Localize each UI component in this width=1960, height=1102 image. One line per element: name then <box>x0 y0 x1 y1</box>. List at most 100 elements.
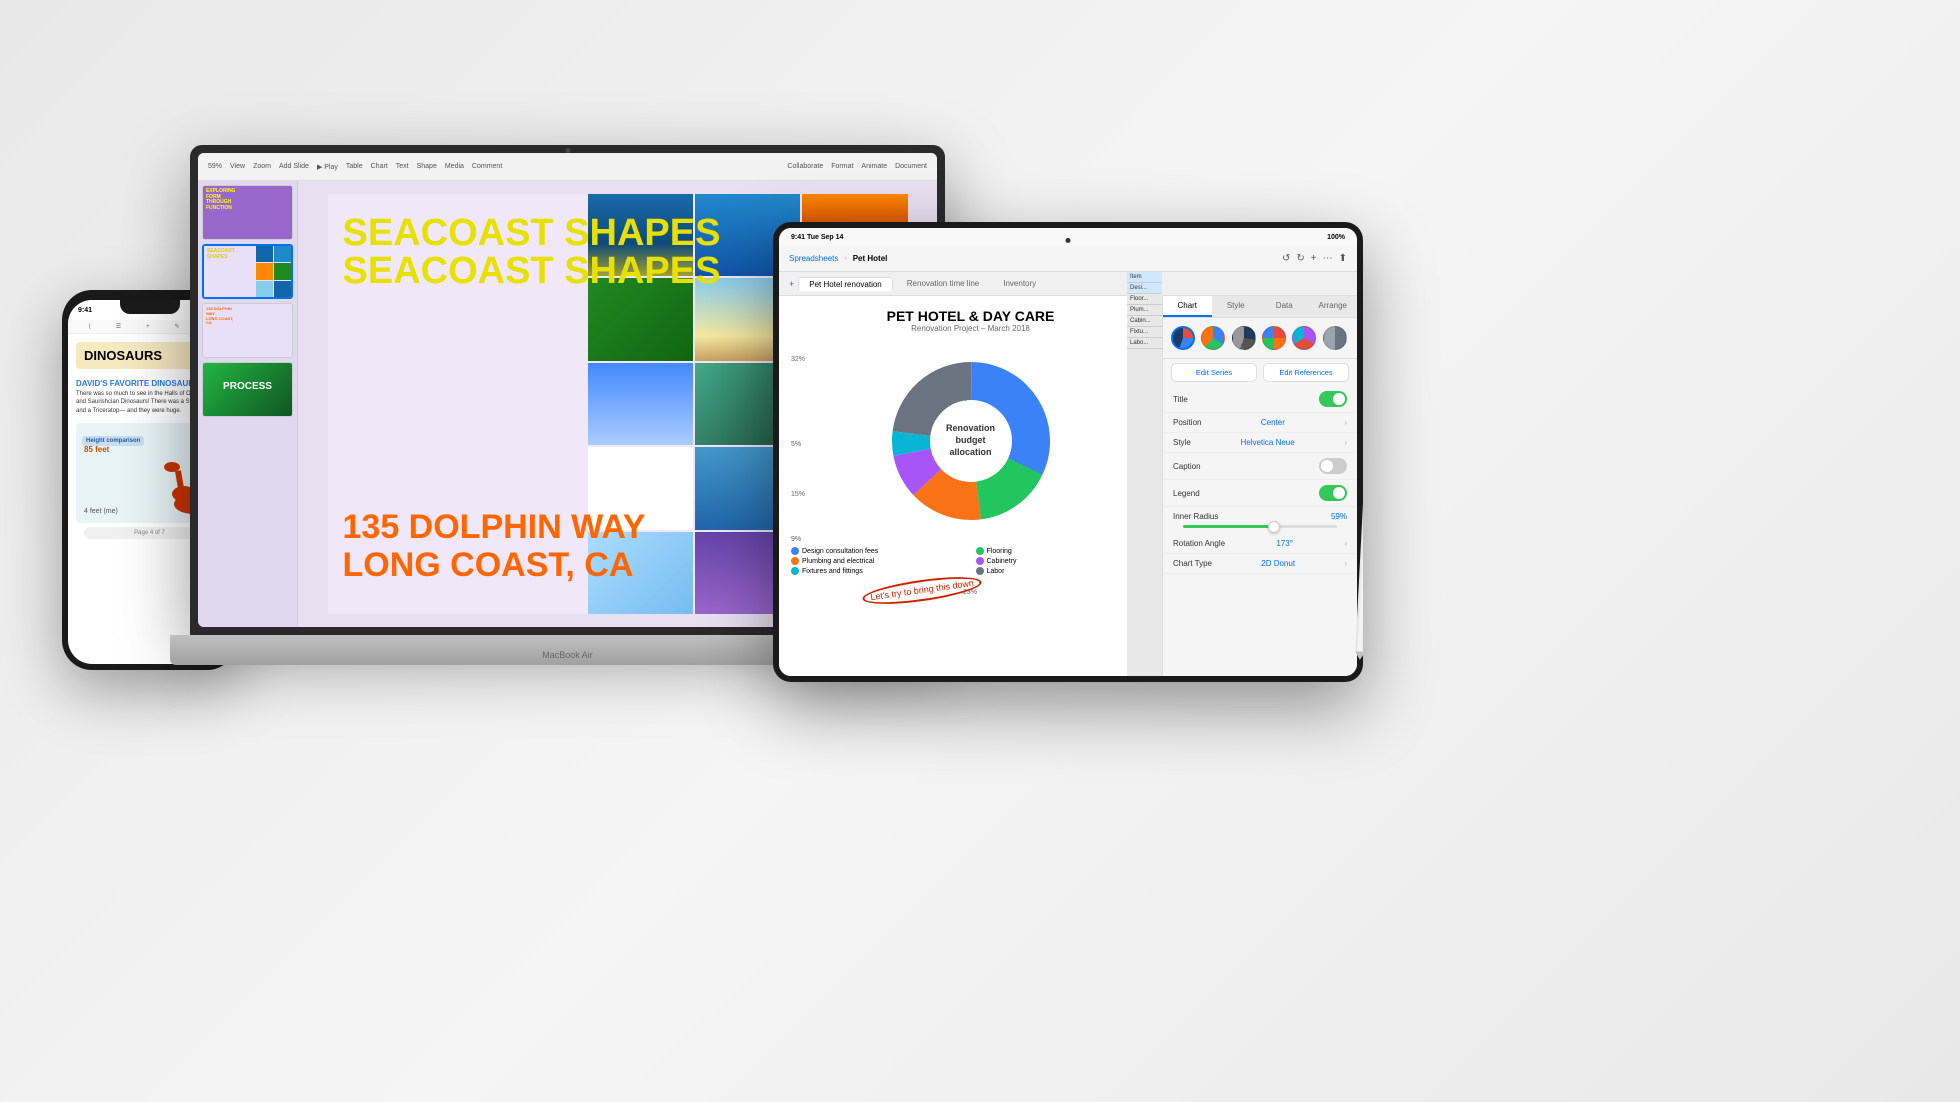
toolbar-animate[interactable]: Animate <box>861 163 887 170</box>
toolbar-shape[interactable]: Shape <box>417 163 437 170</box>
numbers-chart-area: 32% 5% 15% 9% 16% 23% PET HOTEL & DAY CA… <box>779 296 1162 676</box>
edit-series-button[interactable]: Edit Series <box>1171 363 1257 382</box>
color-option-4[interactable] <box>1262 326 1286 350</box>
macbook-label: MacBook Air <box>542 650 593 660</box>
add-icon[interactable]: + <box>1311 253 1317 264</box>
legend-label-cabinetry: Cabinetry <box>987 558 1017 565</box>
iphone-time: 9:41 <box>78 307 92 314</box>
toolbar-format[interactable]: Format <box>831 163 853 170</box>
donut-center-label: Renovation budget allocation <box>936 423 1006 458</box>
toolbar-right: ↺ ↻ + ⋯ ⬆ <box>1282 253 1347 264</box>
sidebar-tab-style[interactable]: Style <box>1212 296 1261 317</box>
color-option-3[interactable] <box>1232 326 1256 350</box>
color-option-6[interactable] <box>1323 326 1347 350</box>
toolbar-left: Spreadsheets › Pet Hotel <box>789 254 887 263</box>
legend-toggle[interactable] <box>1319 485 1347 501</box>
inner-radius-label: Inner Radius <box>1173 512 1218 521</box>
keynote-toolbar[interactable]: 59% View Zoom Add Slide ▶ Play Table Cha… <box>198 153 937 181</box>
chart-subtitle: Renovation Project – March 2018 <box>791 324 1150 333</box>
toolbar-document[interactable]: Document <box>895 163 927 170</box>
position-value: Center <box>1261 418 1285 427</box>
sidebar-position-row[interactable]: Position Center › <box>1163 413 1357 433</box>
keynote-thumbnail-sidebar: EXPLORINGFORMTHROUGHFUNCTION SEACOASTSHA… <box>198 181 298 627</box>
color-option-2[interactable] <box>1201 326 1225 350</box>
numbers-toolbar[interactable]: Spreadsheets › Pet Hotel ↺ ↻ + ⋯ ⬆ <box>779 246 1357 272</box>
tab-inventory[interactable]: Inventory <box>993 277 1046 290</box>
legend-label: Legend <box>1173 489 1200 498</box>
iphone-notch <box>120 300 180 314</box>
share-icon[interactable]: ⬆ <box>1339 253 1347 264</box>
toolbar-table[interactable]: Table <box>346 163 363 170</box>
inline-item-cabin: Cabin... <box>1127 316 1162 327</box>
redo-icon[interactable]: ↻ <box>1296 253 1304 264</box>
slide-thumb-4[interactable]: PROCESS <box>202 362 293 417</box>
slider-thumb[interactable] <box>1268 521 1280 533</box>
slide-thumb-1[interactable]: EXPLORINGFORMTHROUGHFUNCTION <box>202 185 293 240</box>
sidebar-tab-arrange[interactable]: Arrange <box>1309 296 1358 317</box>
caption-toggle[interactable] <box>1319 458 1347 474</box>
inner-radius-header: Inner Radius 59% <box>1173 512 1347 521</box>
chevron-position: › <box>1344 418 1347 427</box>
ipad-screen: 9:41 Tue Sep 14 100% Spreadsheets › Pet … <box>779 228 1357 676</box>
ipad-device: 9:41 Tue Sep 14 100% Spreadsheets › Pet … <box>773 222 1363 682</box>
position-label: Position <box>1173 418 1201 427</box>
toolbar-media[interactable]: Media <box>445 163 464 170</box>
sidebar-rotation-row[interactable]: Rotation Angle 173° › <box>1163 534 1357 554</box>
toolbar-icon-1[interactable]: ⟨ <box>88 323 90 330</box>
color-option-1[interactable] <box>1171 326 1195 350</box>
chevron-charttype: › <box>1344 559 1347 568</box>
style-label: Style <box>1173 438 1191 447</box>
sidebar-style-row[interactable]: Style Helvetica Neue › <box>1163 433 1357 453</box>
style-value: Helvetica Neue <box>1240 438 1294 447</box>
color-option-5[interactable] <box>1292 326 1316 350</box>
legend-plumbing: Plumbing and electrical <box>791 557 966 565</box>
spreadsheets-button[interactable]: Spreadsheets <box>789 254 838 263</box>
photo-7 <box>588 363 693 445</box>
inner-radius-slider[interactable] <box>1183 525 1337 528</box>
legend-flooring: Flooring <box>976 547 1151 555</box>
toolbar-addslide[interactable]: Add Slide <box>279 163 309 170</box>
toolbar-icon-3[interactable]: + <box>146 324 150 330</box>
legend-dot-cabinetry <box>976 557 984 565</box>
chevron-rotation: › <box>1344 539 1347 548</box>
slider-fill <box>1183 525 1274 528</box>
toolbar-view[interactable]: View <box>230 163 245 170</box>
sidebar-action-buttons[interactable]: Edit Series Edit References <box>1163 358 1357 386</box>
more-icon[interactable]: ⋯ <box>1323 253 1333 264</box>
sidebar-charttype-row[interactable]: Chart Type 2D Donut › <box>1163 554 1357 574</box>
iphone-height1: 85 feet <box>84 445 109 454</box>
sidebar-tab-chart[interactable]: Chart <box>1163 296 1212 317</box>
legend-design: Design consultation fees <box>791 547 966 555</box>
title-toggle[interactable] <box>1319 391 1347 407</box>
ipad-camera <box>1066 238 1071 243</box>
toolbar-chart[interactable]: Chart <box>371 163 388 170</box>
legend-label-design: Design consultation fees <box>802 548 878 555</box>
legend-label-plumbing: Plumbing and electrical <box>802 558 874 565</box>
slide-thumb-3[interactable]: 135 DOLPHINWAYLONG COAST,CA <box>202 303 293 358</box>
toolbar-text[interactable]: Text <box>396 163 409 170</box>
sidebar-tabs[interactable]: Chart Style Data Arrange <box>1163 296 1357 318</box>
inner-radius-value: 59% <box>1331 512 1347 521</box>
toolbar-icon-4[interactable]: ✎ <box>175 323 180 330</box>
numbers-app: 9:41 Tue Sep 14 100% Spreadsheets › Pet … <box>779 228 1357 676</box>
rotation-label: Rotation Angle <box>1173 539 1225 548</box>
sidebar-caption-row: Caption <box>1163 453 1357 480</box>
legend-dot-labor <box>976 567 984 575</box>
edit-references-button[interactable]: Edit References <box>1263 363 1349 382</box>
toolbar-zoom[interactable]: Zoom <box>253 163 271 170</box>
toolbar-icon-2[interactable]: ☰ <box>116 323 121 330</box>
donut-chart-container: Renovation budget allocation <box>791 341 1150 541</box>
toolbar-collaborate[interactable]: Collaborate <box>787 163 823 170</box>
legend-dot-plumbing <box>791 557 799 565</box>
undo-icon[interactable]: ↺ <box>1282 253 1290 264</box>
slide-thumb-2[interactable]: SEACOASTSHAPES <box>202 244 293 299</box>
add-tab-button[interactable]: + <box>789 279 794 289</box>
tab-pet-hotel-renovation[interactable]: Pet Hotel renovation <box>798 277 893 291</box>
seacoast-heading-1: SEACOAST SHAPES SEACOAST SHAPES <box>343 214 721 290</box>
tab-renovation-timeline[interactable]: Renovation time line <box>897 277 989 290</box>
seacoast-address: 135 DOLPHIN WAY LONG COAST, CA <box>343 509 646 584</box>
toolbar-play[interactable]: ▶ Play <box>317 163 338 171</box>
sidebar-tab-data[interactable]: Data <box>1260 296 1309 317</box>
charttype-value: 2D Donut <box>1261 559 1295 568</box>
toolbar-comment[interactable]: Comment <box>472 163 502 170</box>
